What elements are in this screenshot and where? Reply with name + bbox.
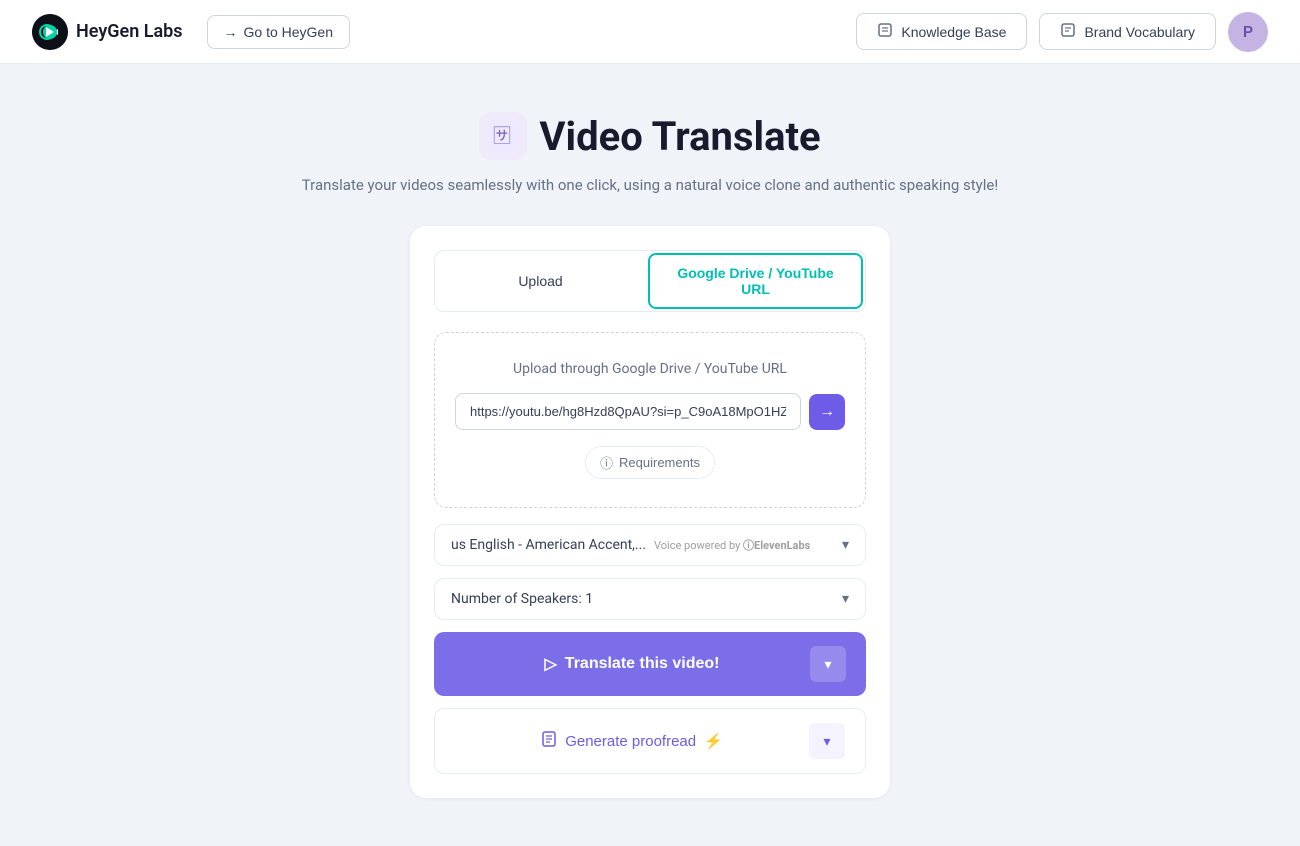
brand-vocabulary-button[interactable]: Brand Vocabulary [1039, 13, 1216, 50]
header: HeyGen Labs → Go to HeyGen Knowledge Bas… [0, 0, 1300, 64]
arrow-right-icon: → [224, 24, 238, 40]
upload-area: Upload through Google Drive / YouTube UR… [434, 332, 866, 508]
page-subtitle: Translate your videos seamlessly with on… [302, 176, 998, 194]
speakers-label: Number of Speakers: 1 [451, 591, 593, 607]
requirements-button[interactable]: ⓘ Requirements [585, 446, 715, 479]
translate-play-icon: ▷ [544, 654, 556, 674]
speakers-dropdown[interactable]: Number of Speakers: 1 ▾ [434, 578, 866, 620]
main-card: Upload Google Drive / YouTube URL Upload… [410, 226, 890, 798]
url-input-row: → [455, 393, 845, 430]
translate-icon: 🈂 [479, 112, 527, 160]
chevron-down-icon: ▾ [824, 656, 831, 673]
proofread-button[interactable]: Generate proofread ⚡ ▾ [434, 708, 866, 774]
proofread-lightning-icon: ⚡ [704, 732, 723, 750]
translate-btn-label: Translate this video! [565, 655, 720, 673]
tab-upload[interactable]: Upload [435, 251, 646, 311]
header-left: HeyGen Labs → Go to HeyGen [32, 14, 350, 50]
brand-vocabulary-label: Brand Vocabulary [1084, 24, 1195, 40]
arrow-right-icon: → [819, 403, 835, 421]
upload-label: Upload through Google Drive / YouTube UR… [513, 361, 787, 377]
url-submit-button[interactable]: → [809, 394, 845, 430]
requirements-label: Requirements [619, 455, 700, 470]
logo: HeyGen Labs [32, 14, 183, 50]
knowledge-base-button[interactable]: Knowledge Base [856, 13, 1027, 50]
logo-text: HeyGen Labs [76, 21, 183, 42]
go-to-heygen-button[interactable]: → Go to HeyGen [207, 15, 351, 49]
url-input[interactable] [455, 393, 801, 430]
chevron-down-icon: ▾ [842, 537, 849, 553]
logo-icon [32, 14, 68, 50]
voice-dropdown-left: us English - American Accent,... Voice p… [451, 537, 810, 553]
tab-google-drive[interactable]: Google Drive / YouTube URL [648, 253, 863, 309]
info-icon: ⓘ [600, 453, 613, 472]
voice-value: us English - American Accent,... [451, 537, 646, 553]
proofread-btn-label: Generate proofread [565, 733, 696, 750]
user-avatar[interactable]: P [1228, 12, 1268, 52]
translate-btn-dropdown[interactable]: ▾ [810, 646, 846, 682]
page-title-container: 🈂 Video Translate [479, 112, 820, 160]
voice-powered-label: Voice powered by ⓘElevenLabs [654, 537, 810, 553]
translate-button[interactable]: ▷ Translate this video! ▾ [434, 632, 866, 696]
tab-bar: Upload Google Drive / YouTube URL [434, 250, 866, 312]
voice-dropdown[interactable]: us English - American Accent,... Voice p… [434, 524, 866, 566]
go-to-heygen-label: Go to HeyGen [244, 24, 334, 40]
proofread-icon [541, 731, 557, 751]
header-right: Knowledge Base Brand Vocabulary P [856, 12, 1268, 52]
translate-btn-main: ▷ Translate this video! [454, 654, 810, 674]
brand-vocabulary-icon [1060, 22, 1076, 41]
chevron-down-icon: ▾ [823, 733, 830, 750]
knowledge-base-icon [877, 22, 893, 41]
page-title: Video Translate [539, 113, 820, 160]
proofread-btn-main: Generate proofread ⚡ [455, 731, 809, 751]
proofread-btn-dropdown[interactable]: ▾ [809, 723, 845, 759]
chevron-down-icon: ▾ [842, 591, 849, 607]
knowledge-base-label: Knowledge Base [901, 24, 1006, 40]
svg-text:🈂: 🈂 [493, 126, 511, 147]
main-content: 🈂 Video Translate Translate your videos … [0, 64, 1300, 846]
